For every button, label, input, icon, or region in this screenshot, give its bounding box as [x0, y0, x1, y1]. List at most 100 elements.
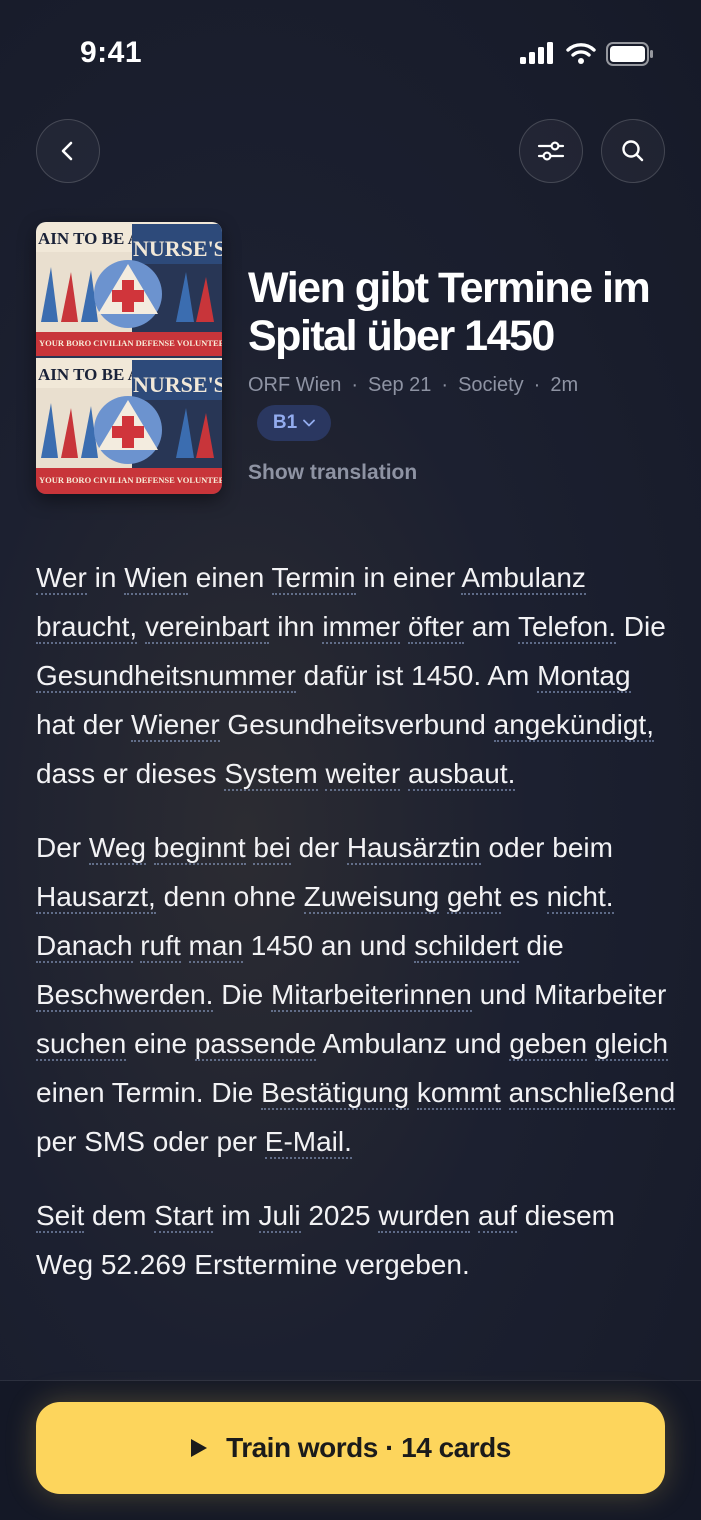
vocab-word[interactable]: Hausarzt,: [36, 881, 156, 914]
vocab-word[interactable]: immer: [322, 611, 401, 644]
vocab-word[interactable]: kommt: [416, 1077, 501, 1110]
vocab-word[interactable]: Weg: [88, 832, 146, 865]
article-text: [501, 1077, 509, 1108]
article-text: Ambulanz und: [316, 1028, 510, 1059]
article-text: einen Termin. Die: [36, 1077, 262, 1108]
search-button[interactable]: [601, 119, 665, 183]
sliders-icon: [537, 141, 565, 161]
vocab-word[interactable]: geben: [509, 1028, 588, 1061]
article-text: der: [290, 832, 347, 863]
article-text: [146, 832, 154, 863]
meta-source: ORF Wien: [248, 374, 342, 396]
vocab-word[interactable]: beginnt: [153, 832, 246, 865]
article-text: [409, 1077, 417, 1108]
article-text: [400, 758, 408, 789]
poster-text-3: YOUR BORO CIVILIAN DEFENSE VOLUNTEER: [39, 338, 222, 348]
vocab-word[interactable]: Hausärztin: [346, 832, 481, 865]
status-time: 9:41: [80, 36, 143, 69]
article-text: 1450 an und: [243, 930, 415, 961]
vocab-word[interactable]: Juli: [258, 1200, 301, 1233]
article-text: [587, 1028, 595, 1059]
vocab-word[interactable]: ausbaut.: [407, 758, 516, 791]
article-text: eine: [126, 1028, 195, 1059]
article-text: hat der: [36, 709, 131, 740]
svg-text:YOUR BORO CIVILIAN DEFENSE VOL: YOUR BORO CIVILIAN DEFENSE VOLUNTEER: [39, 475, 222, 485]
vocab-word[interactable]: Bestätigung: [261, 1077, 410, 1110]
article-text: Die: [616, 611, 666, 642]
article-text: es: [501, 881, 547, 912]
article-text: per SMS oder per: [36, 1126, 265, 1157]
vocab-word[interactable]: anschließend: [508, 1077, 676, 1110]
vocab-word[interactable]: ruft: [140, 930, 181, 963]
article-text: dafür ist 1450. Am: [295, 660, 538, 691]
vocab-word[interactable]: Zuweisung: [303, 881, 440, 914]
filters-button[interactable]: [519, 119, 583, 183]
vocab-word[interactable]: vereinbart: [144, 611, 270, 644]
vocab-word[interactable]: wurden: [378, 1200, 471, 1233]
vocab-word[interactable]: geht: [446, 881, 502, 914]
vocab-word[interactable]: Wiener: [130, 709, 220, 742]
vocab-word[interactable]: Wien: [124, 562, 188, 595]
cellular-signal-icon: [520, 42, 553, 64]
vocab-word[interactable]: gleich: [594, 1028, 669, 1061]
vocab-word[interactable]: öfter: [407, 611, 464, 644]
status-bar: 9:41: [0, 0, 701, 100]
vocab-word[interactable]: E-Mail.: [264, 1126, 352, 1159]
vocab-word[interactable]: passende: [194, 1028, 317, 1061]
vocab-word[interactable]: suchen: [36, 1028, 127, 1061]
back-button[interactable]: [36, 119, 100, 183]
article-text: [400, 611, 408, 642]
train-words-button[interactable]: Train words · 14 cards: [36, 1402, 665, 1494]
article-body: Wer in Wien einen Termin in einer Ambula…: [36, 553, 676, 1380]
meta-category: Society: [458, 374, 524, 396]
vocab-word[interactable]: Danach: [36, 930, 133, 963]
article-text: ihn: [269, 611, 323, 642]
vocab-word[interactable]: Montag: [537, 660, 631, 693]
search-icon: [622, 140, 644, 162]
chevron-left-icon: [61, 141, 73, 161]
vocab-word[interactable]: weiter: [325, 758, 401, 791]
meta-separator: ·: [533, 374, 541, 396]
article-text: [181, 930, 189, 961]
article-text: Die: [213, 979, 272, 1010]
vocab-word[interactable]: Wer: [36, 562, 87, 595]
nurse-poster-illustration: AIN TO BE A NURSE'S AI YOUR BORO CIVILIA…: [36, 222, 222, 494]
article-text: in: [86, 562, 125, 593]
article-paragraph: Wer in Wien einen Termin in einer Ambula…: [36, 553, 676, 798]
train-words-label: Train words · 14 cards: [226, 1432, 511, 1463]
article-text: am: [463, 611, 518, 642]
vocab-word[interactable]: man: [188, 930, 244, 963]
article-text: einen: [187, 562, 272, 593]
vocab-word[interactable]: braucht,: [36, 611, 138, 644]
vocab-word[interactable]: System: [224, 758, 318, 791]
article-text: Der: [36, 832, 89, 863]
article-text: dem: [84, 1200, 155, 1231]
vocab-word[interactable]: bei: [253, 832, 291, 865]
meta-date: Sep 21: [368, 374, 432, 396]
article-text: 2025: [300, 1200, 379, 1231]
vocab-word[interactable]: Start: [154, 1200, 214, 1233]
svg-text:AIN TO BE A: AIN TO BE A: [38, 365, 141, 384]
article-text: [470, 1200, 478, 1231]
show-translation-link[interactable]: Show translation: [248, 461, 417, 485]
meta-read-time: 2m: [550, 374, 579, 396]
article-text: in einer: [355, 562, 462, 593]
vocab-word[interactable]: Gesundheitsnummer: [36, 660, 296, 693]
vocab-word[interactable]: Mitarbeiterinnen: [271, 979, 472, 1012]
article-text: [439, 881, 447, 912]
vocab-word[interactable]: Termin: [271, 562, 356, 595]
vocab-word[interactable]: angekündigt,: [493, 709, 654, 742]
article-text: und Mitarbeiter: [471, 979, 667, 1010]
vocab-word[interactable]: Ambulanz: [461, 562, 586, 595]
play-icon: [191, 1439, 208, 1457]
poster-text-2: NURSE'S AI: [133, 236, 222, 261]
vocab-word[interactable]: Telefon.: [517, 611, 617, 644]
vocab-word[interactable]: Seit: [36, 1200, 85, 1233]
vocab-word[interactable]: Beschwerden.: [36, 979, 214, 1012]
vocab-word[interactable]: schildert: [414, 930, 519, 963]
article-paragraph: Der Weg beginnt bei der Hausärztin oder …: [36, 823, 676, 1166]
vocab-word[interactable]: nicht.: [546, 881, 614, 914]
level-selector[interactable]: B1: [257, 405, 331, 441]
vocab-word[interactable]: auf: [478, 1200, 517, 1233]
article-text: im: [213, 1200, 259, 1231]
